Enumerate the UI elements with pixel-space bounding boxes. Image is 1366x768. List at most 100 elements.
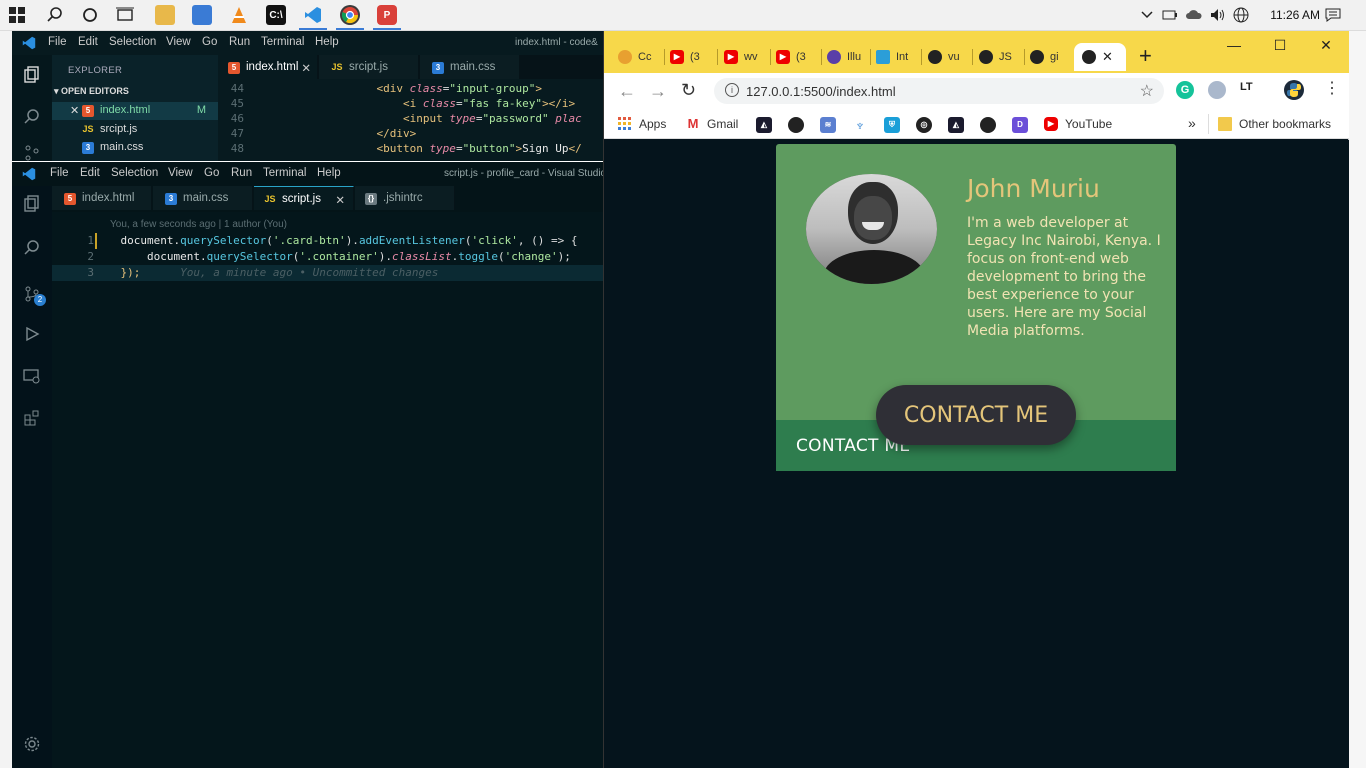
file-explorer-icon[interactable] bbox=[155, 5, 175, 25]
vscode-taskbar-icon[interactable] bbox=[299, 5, 327, 30]
tab-script-js[interactable]: JS script.js ✕ bbox=[254, 186, 354, 210]
explorer-icon[interactable] bbox=[22, 194, 42, 214]
minimize-icon[interactable]: — bbox=[1214, 37, 1254, 53]
run-debug-icon[interactable] bbox=[22, 324, 42, 344]
vlc-icon[interactable] bbox=[229, 5, 249, 25]
git-blame-lens[interactable]: You, a few seconds ago | 1 author (You) bbox=[110, 219, 287, 230]
tab-main-css[interactable]: 3 main.css bbox=[153, 186, 253, 210]
browser-tab[interactable]: ▶ (3 bbox=[670, 43, 700, 71]
editor-html[interactable]: 44 <div class="input-group"> 45 <i class… bbox=[218, 79, 604, 161]
bookmark-icon[interactable]: ◎ bbox=[916, 117, 932, 133]
bookmark-apps[interactable]: Apps bbox=[618, 117, 666, 131]
menu-terminal[interactable]: Terminal bbox=[261, 36, 304, 48]
postman-icon[interactable]: P bbox=[373, 5, 401, 30]
terminal-icon[interactable]: C:\ bbox=[266, 5, 286, 25]
bookmark-icon[interactable]: ◭ bbox=[948, 117, 964, 133]
task-view-icon[interactable] bbox=[112, 3, 138, 27]
menu-view[interactable]: View bbox=[168, 167, 193, 179]
contact-me-button[interactable]: CONTACT ME bbox=[876, 385, 1076, 445]
menu-run[interactable]: Run bbox=[229, 36, 250, 48]
source-control-icon[interactable] bbox=[22, 143, 42, 163]
menu-go[interactable]: Go bbox=[204, 167, 219, 179]
globe-icon[interactable] bbox=[1228, 3, 1254, 27]
bookmark-wifi-icon[interactable]: ≋ bbox=[820, 117, 836, 133]
new-tab-icon[interactable]: + bbox=[1139, 45, 1152, 67]
open-editor-index-html[interactable]: ✕ 5 index.html M bbox=[52, 102, 218, 120]
bookmark-icon[interactable]: ♆ bbox=[852, 117, 868, 133]
menu-go[interactable]: Go bbox=[202, 36, 217, 48]
bookmark-star-icon[interactable]: ☆ bbox=[1140, 81, 1154, 101]
bookmark-gmail[interactable]: M Gmail bbox=[686, 117, 739, 132]
tab-srcipt-js[interactable]: JS srcipt.js bbox=[319, 55, 419, 79]
menu-selection[interactable]: Selection bbox=[109, 36, 156, 48]
close-tab-icon[interactable]: ✕ bbox=[1102, 49, 1113, 65]
extension-lt-icon[interactable]: LT bbox=[1240, 81, 1253, 93]
windows-start-icon[interactable] bbox=[4, 3, 30, 27]
browser-tab[interactable]: Illu bbox=[827, 43, 861, 71]
store-icon[interactable] bbox=[192, 5, 212, 25]
battery-icon[interactable] bbox=[1157, 3, 1183, 27]
site-info-icon[interactable]: i bbox=[725, 83, 739, 97]
menu-view[interactable]: View bbox=[166, 36, 191, 48]
maximize-icon[interactable]: ☐ bbox=[1260, 37, 1300, 54]
menu-terminal[interactable]: Terminal bbox=[263, 167, 306, 179]
browser-tab[interactable]: JS bbox=[979, 43, 1012, 71]
reload-icon[interactable]: ↻ bbox=[681, 80, 696, 101]
menu-run[interactable]: Run bbox=[231, 167, 252, 179]
bookmark-icon[interactable]: ◭ bbox=[756, 117, 772, 133]
other-bookmarks[interactable]: Other bookmarks bbox=[1218, 117, 1331, 131]
tab-index-html[interactable]: 5 index.html ✕ bbox=[218, 55, 318, 79]
open-editor-main-css[interactable]: 3 main.css bbox=[52, 139, 218, 157]
bookmark-shield-icon[interactable]: ⛨ bbox=[884, 117, 900, 133]
back-icon[interactable]: ← bbox=[618, 81, 636, 102]
bookmark-icon[interactable]: D bbox=[1012, 117, 1028, 133]
bookmark-github-icon[interactable] bbox=[980, 117, 996, 133]
tab-jshintrc[interactable]: {} .jshintrc bbox=[355, 186, 455, 210]
search-sidebar-icon[interactable] bbox=[22, 107, 42, 127]
extensions-icon[interactable] bbox=[22, 408, 42, 428]
cortana-icon[interactable] bbox=[77, 3, 103, 27]
browser-tab[interactable]: Int bbox=[876, 43, 908, 71]
menu-file[interactable]: File bbox=[50, 167, 69, 179]
source-control-icon[interactable]: 2 bbox=[22, 284, 46, 306]
explorer-icon[interactable] bbox=[22, 65, 42, 85]
tab-index-html[interactable]: 5 index.html bbox=[52, 186, 152, 210]
onedrive-icon[interactable] bbox=[1181, 3, 1207, 27]
menu-help[interactable]: Help bbox=[317, 167, 341, 179]
close-icon[interactable]: ✕ bbox=[70, 104, 79, 117]
url-text[interactable]: 127.0.0.1:5500/index.html bbox=[746, 84, 896, 99]
search-sidebar-icon[interactable] bbox=[22, 238, 42, 258]
extension-icon[interactable] bbox=[1208, 81, 1226, 99]
chrome-taskbar-icon[interactable] bbox=[336, 5, 364, 30]
remote-explorer-icon[interactable] bbox=[22, 366, 42, 386]
close-window-icon[interactable]: ✕ bbox=[1306, 37, 1346, 54]
menu-edit[interactable]: Edit bbox=[80, 167, 100, 179]
editor-script[interactable]: You, a few seconds ago | 1 author (You) … bbox=[52, 212, 604, 768]
menu-edit[interactable]: Edit bbox=[78, 36, 98, 48]
forward-icon[interactable]: → bbox=[649, 81, 667, 102]
open-editor-srcipt-js[interactable]: JS srcipt.js bbox=[52, 121, 218, 139]
browser-tab[interactable]: vu bbox=[928, 43, 960, 71]
profile-avatar[interactable] bbox=[1284, 80, 1304, 100]
address-bar[interactable]: i 127.0.0.1:5500/index.html ☆ bbox=[714, 78, 1164, 104]
menu-help[interactable]: Help bbox=[315, 36, 339, 48]
tab-main-css[interactable]: 3 main.css bbox=[420, 55, 520, 79]
browser-tab[interactable]: ▶ wv bbox=[724, 43, 757, 71]
clock[interactable]: 11:26 AM bbox=[1270, 8, 1320, 22]
bookmark-globe-icon[interactable] bbox=[788, 117, 804, 133]
browser-tab[interactable]: Cc bbox=[618, 43, 651, 71]
browser-tab-active[interactable]: ✕ bbox=[1074, 43, 1126, 71]
browser-tab[interactable]: ▶ (3 bbox=[776, 43, 806, 71]
open-editors-heading[interactable]: ▾ OPEN EDITORS bbox=[54, 86, 129, 97]
menu-selection[interactable]: Selection bbox=[111, 167, 158, 179]
menu-kebab-icon[interactable]: ⋮ bbox=[1324, 80, 1340, 98]
close-tab-icon[interactable]: ✕ bbox=[301, 61, 311, 75]
search-icon[interactable] bbox=[42, 3, 68, 27]
bookmarks-overflow-icon[interactable]: » bbox=[1188, 115, 1196, 131]
grammarly-icon[interactable]: G bbox=[1176, 81, 1194, 99]
notifications-icon[interactable] bbox=[1320, 3, 1346, 27]
settings-gear-icon[interactable] bbox=[22, 734, 42, 754]
browser-tab[interactable]: gi bbox=[1030, 43, 1059, 71]
bookmark-youtube[interactable]: ▶ YouTube bbox=[1044, 117, 1112, 131]
close-tab-icon[interactable]: ✕ bbox=[335, 193, 345, 207]
